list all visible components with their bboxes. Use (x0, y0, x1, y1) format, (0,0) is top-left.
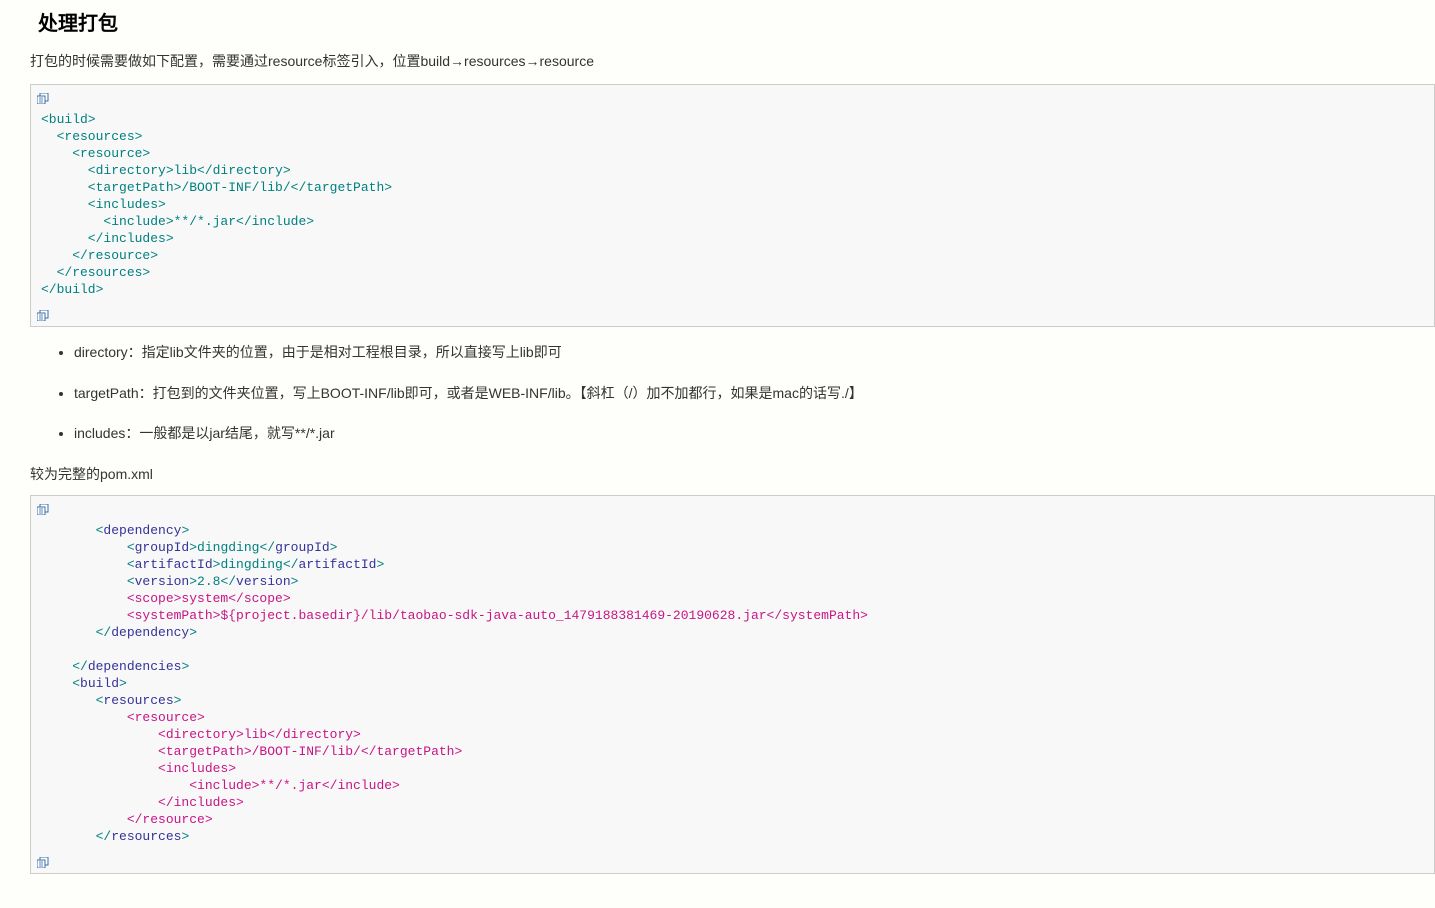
list-item-directory: directory：指定lib文件夹的位置，由于是相对工程根目录，所以直接写上l… (74, 341, 1435, 363)
copy-icon (37, 310, 50, 321)
list-item-targetpath: targetPath：打包到的文件夹位置，写上BOOT-INF/lib即可，或者… (74, 382, 1435, 404)
code-copy-bottom[interactable] (31, 304, 1434, 324)
copy-icon (37, 93, 50, 104)
code-content-2: <dependency> <groupId>dingding</groupId>… (31, 518, 1434, 851)
copy-icon (37, 857, 50, 868)
explanation-list: directory：指定lib文件夹的位置，由于是相对工程根目录，所以直接写上l… (30, 341, 1435, 444)
intro-text: 打包的时候需要做如下配置，需要通过resource标签引入，位置build→re… (30, 50, 1435, 72)
code-copy-bottom-2[interactable] (31, 851, 1434, 871)
sub-intro-text: 较为完整的pom.xml (30, 463, 1435, 485)
code-block-2: <dependency> <groupId>dingding</groupId>… (30, 495, 1435, 874)
section-heading: 处理打包 (30, 8, 1435, 40)
list-item-includes: includes：一般都是以jar结尾，就写**/*.jar (74, 422, 1435, 444)
copy-icon (37, 504, 50, 515)
code-copy-top-2[interactable] (31, 498, 1434, 518)
code-copy-top[interactable] (31, 87, 1434, 107)
code-block-1: <build> <resources> <resource> <director… (30, 84, 1435, 327)
code-content-1: <build> <resources> <resource> <director… (31, 107, 1434, 304)
